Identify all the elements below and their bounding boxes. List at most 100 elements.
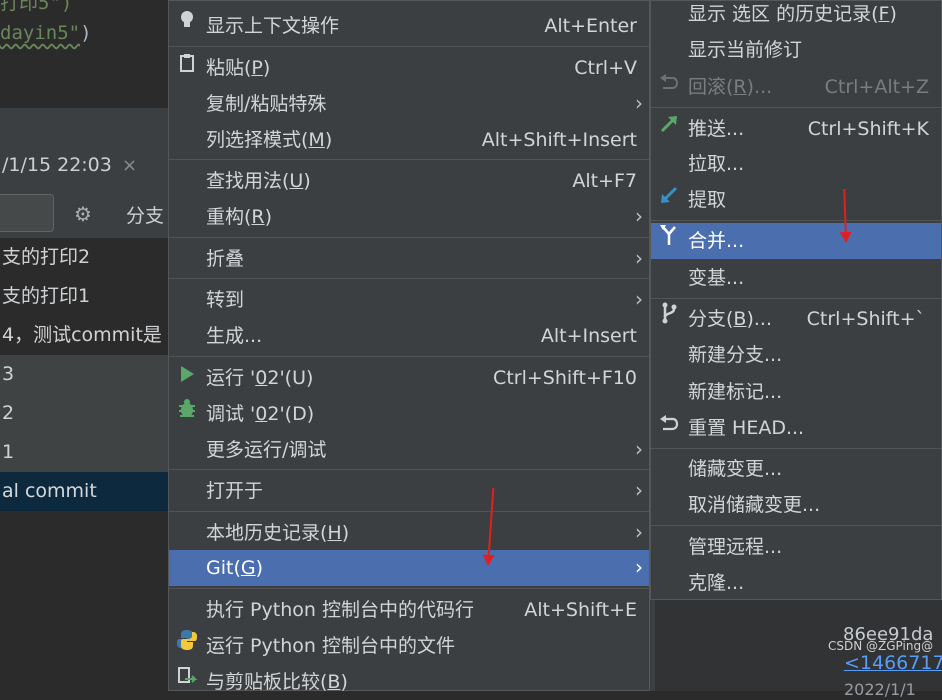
list-item[interactable]: 支的打印2 <box>0 238 168 277</box>
code-line: 打印5") <box>0 0 73 14</box>
separator <box>169 588 649 589</box>
menu-item-label: 显示当前修订 <box>688 39 803 61</box>
menu-item-label: 储藏变更... <box>688 458 783 480</box>
menu-item-folding[interactable]: 折叠 › <box>169 241 649 277</box>
menu-item-manage-remotes[interactable]: 管理远程... <box>651 529 941 565</box>
shortcut: Alt+Insert <box>540 325 637 347</box>
menu-item-label: 回滚(R)... <box>688 76 773 98</box>
separator <box>169 46 649 47</box>
menu-item-label: 提取 <box>688 189 727 211</box>
menu-item-label: 克隆... <box>688 572 745 594</box>
menu-item-show-context-actions[interactable]: 显示上下文操作 Alt+Enter <box>169 8 649 44</box>
list-item[interactable]: 1 <box>0 433 168 472</box>
list-item[interactable]: 4，测试commit是 <box>0 316 168 355</box>
shortcut: Alt+Shift+E <box>524 599 637 621</box>
list-item[interactable]: 3 <box>0 355 168 394</box>
menu-item-label: 转到 <box>206 289 245 311</box>
menu-item-new-tag[interactable]: 新建标记... <box>651 374 941 410</box>
menu-item-push[interactable]: 推送... Ctrl+Shift+K <box>651 111 941 147</box>
menu-item-execute-line-in-console[interactable]: 执行 Python 控制台中的代码行 Alt+Shift+E <box>169 592 649 628</box>
separator <box>651 107 941 108</box>
menu-item-rebase[interactable]: 变基... <box>651 260 941 296</box>
menu-item-show-current-revision[interactable]: 显示当前修订 <box>651 32 941 68</box>
menu-item-run[interactable]: 运行 '02'(U) Ctrl+Shift+F10 <box>169 360 649 396</box>
menu-item-debug[interactable]: 调试 '02'(D) <box>169 396 649 432</box>
chevron-right-icon: › <box>635 520 643 544</box>
separator <box>651 298 941 299</box>
menu-item-copy-paste-special[interactable]: 复制/粘贴特殊 › <box>169 86 649 122</box>
menu-item-label: 拉取... <box>688 153 745 175</box>
author-link[interactable]: <1466717 <box>844 652 942 674</box>
menu-item-label: 与剪贴板比较(B) <box>206 671 348 693</box>
separator <box>651 525 941 526</box>
shortcut: Ctrl+Shift+` <box>806 308 925 330</box>
menu-item-label: 重构(R) <box>206 206 273 228</box>
menu-item-branches[interactable]: 分支(B)... Ctrl+Shift+` <box>651 301 941 337</box>
shortcut: Ctrl+Shift+K <box>807 118 929 140</box>
menu-item-label: 变基... <box>688 267 745 289</box>
menu-item-fetch[interactable]: 提取 <box>651 182 941 218</box>
menu-item-find-usages[interactable]: 查找用法(U) Alt+F7 <box>169 163 649 199</box>
close-icon[interactable]: × <box>122 155 137 176</box>
menu-item-label: 显示 选区 的历史记录(F) <box>688 3 897 25</box>
panel-divider <box>650 600 655 691</box>
menu-item-stash[interactable]: 储藏变更... <box>651 451 941 487</box>
chevron-right-icon: › <box>635 287 643 311</box>
commit-date: 2022/1/1 <box>844 680 916 699</box>
menu-item-open-in[interactable]: 打开于 › <box>169 473 649 509</box>
shortcut: Alt+Enter <box>544 15 637 37</box>
branch-filter[interactable]: 分支 <box>126 201 164 228</box>
menu-item-compare-clipboard[interactable]: 与剪贴板比较(B) <box>169 664 649 700</box>
separator <box>169 356 649 357</box>
separator <box>169 511 649 512</box>
menu-item-label: 调试 '02'(D) <box>206 403 315 425</box>
shortcut: Ctrl+Shift+F10 <box>493 367 637 389</box>
menu-item-local-history[interactable]: 本地历史记录(H) › <box>169 515 649 551</box>
search-input[interactable] <box>0 194 54 232</box>
menu-item-goto[interactable]: 转到 › <box>169 282 649 318</box>
menu-item-label: Git(G) <box>206 557 264 579</box>
menu-item-show-selection-history[interactable]: 显示 选区 的历史记录(F) <box>651 0 941 32</box>
chevron-right-icon: › <box>635 478 643 502</box>
menu-item-label: 新建分支... <box>688 344 783 366</box>
menu-item-new-branch[interactable]: 新建分支... <box>651 337 941 373</box>
shortcut: Ctrl+V <box>574 57 637 79</box>
menu-item-reset-head[interactable]: 重置 HEAD... <box>651 410 941 446</box>
empty-area <box>0 511 168 691</box>
gear-icon[interactable]: ⚙ <box>74 202 92 226</box>
debug-icon <box>176 396 198 432</box>
menu-item-unstash[interactable]: 取消储藏变更... <box>651 487 941 523</box>
chevron-right-icon: › <box>635 91 643 115</box>
push-icon <box>658 111 680 147</box>
list-item[interactable]: 2 <box>0 394 168 433</box>
git-log-tab[interactable]: /1/15 22:03 × <box>0 140 168 190</box>
menu-item-generate[interactable]: 生成... Alt+Insert <box>169 318 649 354</box>
merge-icon <box>658 223 680 259</box>
menu-item-clone[interactable]: 克隆... <box>651 565 941 601</box>
menu-item-label: 复制/粘贴特殊 <box>206 93 327 115</box>
chevron-right-icon: › <box>635 555 643 579</box>
menu-item-label: 生成... <box>206 325 263 347</box>
menu-item-merge[interactable]: 合并... <box>651 223 941 259</box>
code-editor[interactable]: 打印5") dayin5") <box>0 0 168 108</box>
chevron-right-icon: › <box>635 246 643 270</box>
compare-icon <box>176 664 198 700</box>
chevron-right-icon: › <box>635 437 643 461</box>
separator <box>169 278 649 279</box>
code-paren: ) <box>80 22 92 44</box>
run-icon <box>176 360 198 396</box>
menu-item-label: 重置 HEAD... <box>688 417 805 439</box>
menu-item-more-run-debug[interactable]: 更多运行/调试 › <box>169 432 649 468</box>
menu-item-rollback[interactable]: 回滚(R)... Ctrl+Alt+Z <box>651 69 941 105</box>
menu-item-git[interactable]: Git(G) › <box>169 550 649 586</box>
menu-item-column-selection[interactable]: 列选择模式(M) Alt+Shift+Insert <box>169 122 649 158</box>
menu-item-run-file-in-console[interactable]: 运行 Python 控制台中的文件 <box>169 628 649 664</box>
chevron-right-icon: › <box>635 204 643 228</box>
menu-item-refactor[interactable]: 重构(R) › <box>169 199 649 235</box>
list-item[interactable]: 支的打印1 <box>0 277 168 316</box>
menu-item-pull[interactable]: 拉取... <box>651 146 941 182</box>
list-item-selected[interactable]: al commit <box>0 472 168 511</box>
menu-item-paste[interactable]: 粘贴(P) Ctrl+V <box>169 50 649 86</box>
code-string: dayin5" <box>0 22 81 44</box>
menu-item-label: 新建标记... <box>688 381 783 403</box>
